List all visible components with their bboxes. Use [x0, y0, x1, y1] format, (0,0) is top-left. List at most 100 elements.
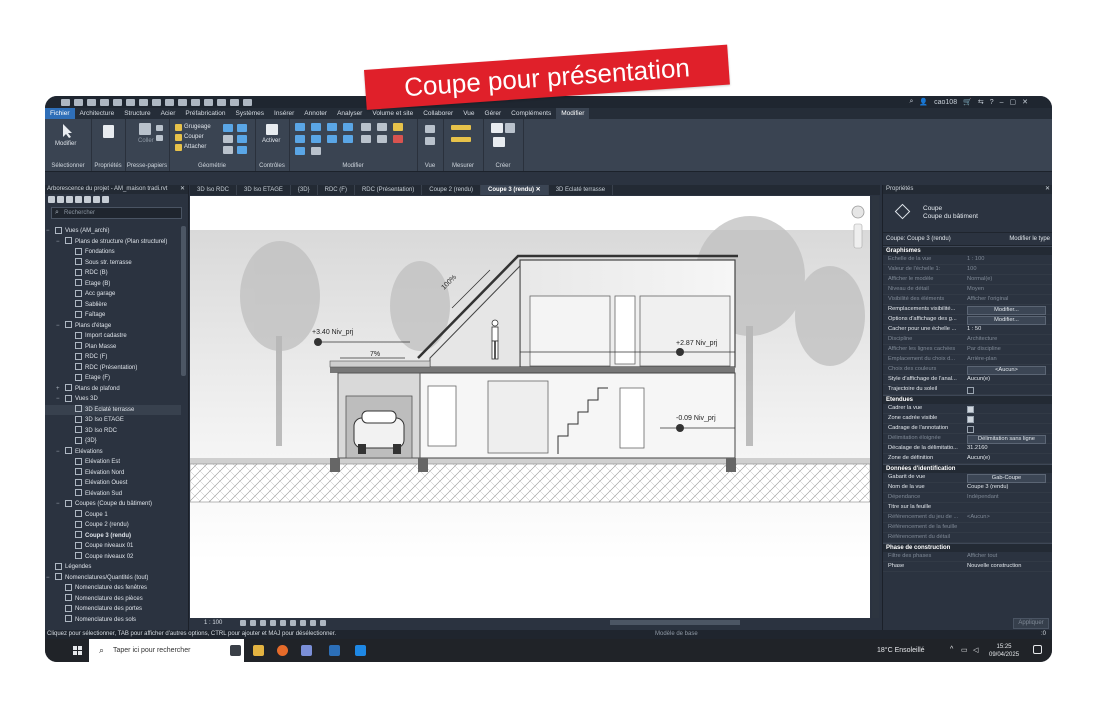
align-icon[interactable]: [295, 123, 305, 131]
collapse-icon[interactable]: −: [46, 226, 50, 237]
property-section-header[interactable]: Données d'identification: [883, 464, 1052, 473]
tree-item[interactable]: Légendes: [45, 562, 181, 573]
paint-icon[interactable]: [237, 135, 247, 143]
save-icon[interactable]: [87, 98, 96, 106]
scale-icon[interactable]: [393, 123, 403, 131]
view-tab[interactable]: RDC (F): [318, 185, 355, 195]
cut-geometry-icon[interactable]: [175, 134, 182, 141]
tree-item[interactable]: 3D Eclaté terrasse: [45, 404, 181, 415]
measure-icon[interactable]: [152, 98, 161, 106]
tab-modifier[interactable]: Modifier: [556, 108, 590, 119]
paste-button[interactable]: Coller: [138, 138, 154, 144]
tree-item[interactable]: Coupe 2 (rendu): [45, 520, 181, 531]
mirror-axis-icon[interactable]: [327, 123, 337, 131]
undo-icon[interactable]: [113, 98, 122, 106]
tree-item[interactable]: + Plans de plafond: [45, 384, 181, 395]
property-checkbox[interactable]: [967, 386, 974, 394]
tab-volume-site[interactable]: Volume et site: [367, 108, 418, 119]
instance-selector[interactable]: Coupe: Coupe 3 (rendu) Modifier le type: [883, 233, 1052, 246]
browser-search-input[interactable]: ⌕ Rechercher: [51, 207, 182, 219]
tag-icon[interactable]: [178, 98, 187, 106]
weather-widget[interactable]: 18°C Ensoleillé: [877, 639, 925, 662]
sun-path-icon[interactable]: [260, 619, 266, 626]
view-tab[interactable]: Coupe 3 (rendu) ✕: [481, 185, 549, 195]
text-icon[interactable]: [191, 98, 200, 106]
tree-item[interactable]: Coupe 3 (rendu): [45, 531, 181, 542]
property-value[interactable]: <Aucun>: [967, 513, 1047, 522]
tree-item[interactable]: RDC (Présentation): [45, 363, 181, 374]
wall-join-icon[interactable]: [223, 146, 233, 154]
taskbar-search-input[interactable]: ⌕ Taper ici pour rechercher: [89, 639, 244, 662]
property-button[interactable]: Modifier...: [967, 306, 1046, 315]
view-tab[interactable]: RDC (Présentation): [355, 185, 423, 195]
tree-item[interactable]: Etage (F): [45, 373, 181, 384]
file-explorer-icon[interactable]: [253, 645, 264, 656]
cart-icon[interactable]: 🛒: [963, 98, 972, 106]
unjoin-icon[interactable]: [237, 124, 247, 132]
minimize-icon[interactable]: –: [1000, 99, 1004, 106]
collapse-icon[interactable]: −: [56, 237, 60, 248]
views-icon[interactable]: [48, 196, 55, 203]
section-icon[interactable]: [217, 98, 226, 106]
tab-gerer[interactable]: Gérer: [480, 108, 507, 119]
firefox-icon[interactable]: [277, 645, 288, 656]
collapse-icon[interactable]: −: [56, 321, 60, 332]
open-icon[interactable]: [74, 98, 83, 106]
override-icon[interactable]: [425, 137, 435, 145]
tree-item[interactable]: − Plans d'étage: [45, 321, 181, 332]
task-view-icon[interactable]: [230, 645, 241, 656]
tab-collaborer[interactable]: Collaborer: [418, 108, 458, 119]
property-section-header[interactable]: Etendues: [883, 395, 1052, 404]
media-app-icon[interactable]: [355, 645, 366, 656]
collapse-icon[interactable]: −: [56, 499, 60, 510]
view-tab[interactable]: 3D Eclaté terrasse: [549, 185, 614, 195]
tree-item[interactable]: Coupe niveaux 02: [45, 552, 181, 563]
copy-element-icon[interactable]: [311, 135, 321, 143]
property-value[interactable]: Architecture: [967, 335, 1047, 344]
apply-button[interactable]: Appliquer: [1013, 618, 1049, 629]
rotate-icon[interactable]: [327, 135, 337, 143]
tray-chevron-icon[interactable]: ^: [950, 646, 953, 653]
mirror-draw-icon[interactable]: [343, 123, 353, 131]
split-icon[interactable]: [361, 123, 371, 131]
tree-item[interactable]: Acc garage: [45, 289, 181, 300]
tree-item[interactable]: − Nomenclatures/Quantités (tout): [45, 573, 181, 584]
cope-icon[interactable]: [175, 124, 182, 131]
property-value[interactable]: Normal(e): [967, 275, 1047, 284]
modify-button[interactable]: Modifier: [55, 141, 76, 147]
tree-item[interactable]: {3D}: [45, 436, 181, 447]
windows-start-icon[interactable]: [73, 646, 82, 655]
property-value[interactable]: 100: [967, 265, 1047, 274]
property-checkbox[interactable]: [967, 425, 974, 433]
property-button[interactable]: Délimitation sans ligne: [967, 435, 1046, 444]
create-parts-icon[interactable]: [505, 123, 515, 133]
temporary-hide-icon[interactable]: [310, 619, 316, 626]
activate-button[interactable]: Activer: [262, 138, 280, 144]
tree-item[interactable]: Nomenclature des pièces: [45, 594, 181, 605]
3d-icon[interactable]: [57, 196, 64, 203]
maximize-icon[interactable]: ▢: [1010, 98, 1017, 106]
sync-icon[interactable]: [100, 98, 109, 106]
unpin-icon[interactable]: [377, 135, 387, 143]
tree-item[interactable]: Coupe niveaux 01: [45, 541, 181, 552]
select-dropdown[interactable]: Sélectionner: [45, 163, 91, 169]
close-tab-icon[interactable]: ✕: [534, 187, 541, 193]
tab-architecture[interactable]: Architecture: [75, 108, 120, 119]
tree-item[interactable]: Plan Masse: [45, 342, 181, 353]
extend-icon[interactable]: [295, 147, 305, 155]
filter-count[interactable]: :0: [1041, 630, 1046, 639]
reveal-hidden-icon[interactable]: [320, 619, 326, 626]
property-value[interactable]: Nouvelle construction: [967, 562, 1047, 571]
properties-icon[interactable]: [103, 125, 114, 138]
move-icon[interactable]: [295, 135, 305, 143]
cope-button[interactable]: Grugeage: [184, 124, 211, 130]
tree-item[interactable]: 3D Iso ETAGE: [45, 415, 181, 426]
cursor-icon[interactable]: [61, 123, 75, 139]
create-group-icon[interactable]: [493, 137, 505, 147]
property-value[interactable]: Afficher tout: [967, 552, 1047, 561]
delete-icon[interactable]: [393, 135, 403, 143]
property-value[interactable]: 31.2160: [967, 444, 1047, 453]
property-value[interactable]: Coupe 3 (rendu): [967, 483, 1047, 492]
tree-item[interactable]: Etage (B): [45, 279, 181, 290]
link-icon[interactable]: [102, 196, 109, 203]
